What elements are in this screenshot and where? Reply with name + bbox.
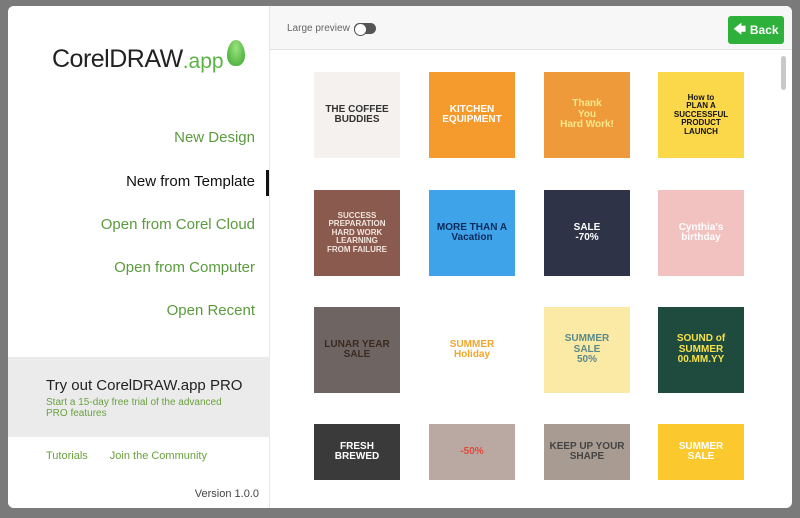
large-preview-toggle[interactable] [353,23,376,36]
app-window: CorelDRAW .app New Design New from Templ… [8,6,792,508]
large-preview-label: Large preview [287,23,350,34]
scrollbar[interactable] [781,56,786,90]
template-text: LAUNCH [684,126,718,136]
template-thumbnail[interactable]: SUMMER SALE 50% [544,307,630,393]
pro-trial-promo[interactable]: Try out CorelDRAW.app PRO Start a 15-day… [8,357,270,437]
template-thumbnail[interactable]: Cynthia's birthday [658,190,744,276]
logo: CorelDRAW .app [52,40,245,74]
template-text: -70% [575,232,599,243]
balloon-logo-icon [226,40,245,66]
template-thumbnail[interactable]: SOUND of SUMMER 00.MM.YY [658,307,744,393]
template-text: birthday [681,232,721,243]
nav-new-from-template[interactable]: New from Template [126,173,255,190]
template-text: BREWED [334,451,380,462]
template-thumbnail[interactable]: How to PLAN A SUCCESSFUL PRODUCT LAUNCH [658,72,744,158]
tutorials-link[interactable]: Tutorials [46,450,88,462]
template-text: -50% [460,445,484,457]
template-grid: THE COFFEE BUDDIES KITCHEN EQUIPMENT Thank Y… [270,50,792,508]
template-thumbnail[interactable]: FRESH BREWED [314,424,400,480]
footer-links: Tutorials Join the Community [46,450,207,462]
nav-open-recent[interactable]: Open Recent [167,302,255,319]
template-thumbnail[interactable]: SUMMER SALE [658,424,744,480]
template-text: SALE [343,349,371,360]
back-label: Back [749,23,779,37]
template-text: FROM FAILURE [327,244,387,254]
nav-open-from-computer[interactable]: Open from Computer [114,259,255,276]
logo-suffix: .app [182,50,224,73]
nav-open-from-corel-cloud[interactable]: Open from Corel Cloud [101,216,255,233]
promo-title: Try out CorelDRAW.app PRO [46,377,243,394]
large-preview-control: Large preview [287,23,376,36]
template-thumbnail[interactable]: Thank You Hard Work! [544,72,630,158]
template-text: EQUIPMENT [442,114,502,125]
join-community-link[interactable]: Join the Community [110,450,207,462]
back-button[interactable]: 🡄 Back [728,16,784,44]
top-bar: Large preview 🡄 Back [270,6,792,50]
template-thumbnail[interactable]: MORE THAN A Vacation [429,190,515,276]
sidebar: CorelDRAW .app New Design New from Templ… [8,6,270,508]
version-label: Version 1.0.0 [194,488,259,500]
logo-text: CorelDRAW [52,45,183,73]
template-thumbnail[interactable]: THE COFFEE BUDDIES [314,72,400,158]
template-thumbnail[interactable]: SALE -70% [544,190,630,276]
active-indicator [266,170,269,196]
template-thumbnail[interactable]: -50% [429,424,515,480]
template-thumbnail[interactable]: LUNAR YEAR SALE [314,307,400,393]
template-text: Vacation [451,232,493,243]
template-text: Hard Work! [560,119,614,131]
template-thumbnail[interactable]: SUMMER Holiday [429,307,515,393]
template-text: Holiday [453,349,491,360]
template-thumbnail[interactable]: KITCHEN EQUIPMENT [429,72,515,158]
nav-new-design[interactable]: New Design [174,129,255,146]
template-text: 50% [576,354,597,366]
template-thumbnail[interactable]: KEEP UP YOUR SHAPE [544,424,630,480]
template-text: KEEP UP YOUR SHAPE [549,440,625,462]
template-thumbnail[interactable]: SUCCESS PREPARATION HARD WORK LEARNING FROM … [314,190,400,276]
arrow-left-icon: 🡄 [733,21,746,36]
template-text: SALE [687,451,715,462]
promo-subtitle: Start a 15-day free trial of the advance… [46,397,222,419]
template-text: THE COFFEE BUDDIES [325,103,389,125]
template-text: 00.MM.YY [677,354,725,366]
